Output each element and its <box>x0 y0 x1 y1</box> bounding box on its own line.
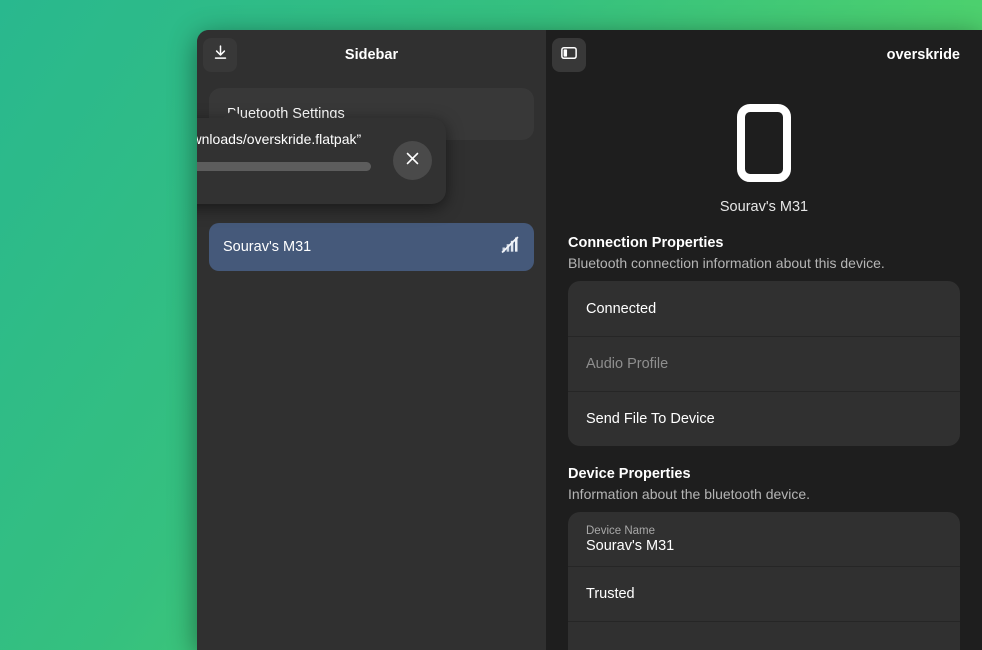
popup-pointer <box>222 109 244 119</box>
transfer-message: Receiving: “/home/sourav/Downloads/overs… <box>197 131 361 147</box>
sidebar-headerbar: Sidebar <box>197 30 546 80</box>
row-audio-profile-label: Audio Profile <box>586 356 668 372</box>
application-window: Sidebar Bluetooth Settings Devices All t… <box>197 30 982 650</box>
sidebar-title: Sidebar <box>197 47 546 63</box>
close-button[interactable] <box>393 141 432 180</box>
device-properties-subtitle: Information about the bluetooth device. <box>568 486 960 502</box>
device-hero-name: Sourav's M31 <box>720 199 808 215</box>
connection-properties-list: Connected Audio Profile Send File To Dev… <box>568 281 960 446</box>
main-pane: overskride Sourav's M31 Connection Prope… <box>546 30 982 650</box>
main-body: Sourav's M31 Connection Properties Bluet… <box>546 80 982 650</box>
row-send-file-to-device-label: Send File To Device <box>586 411 715 427</box>
app-title: overskride <box>887 47 960 63</box>
device-properties-list: Device Name Sourav's M31 Trusted <box>568 512 960 650</box>
row-send-file-to-device[interactable]: Send File To Device <box>568 391 960 446</box>
list-item[interactable]: Sourav's M31 <box>209 223 534 271</box>
transfer-progress-bar <box>197 162 371 171</box>
device-hero: Sourav's M31 <box>546 80 982 215</box>
row-audio-profile[interactable]: Audio Profile <box>568 336 960 391</box>
row-connected-label: Connected <box>586 301 656 317</box>
signal-off-icon <box>500 235 520 259</box>
row-device-name-label: Device Name <box>586 525 655 537</box>
sidebar-toggle-icon <box>560 44 578 67</box>
download-button[interactable] <box>203 38 237 72</box>
close-icon <box>404 150 421 172</box>
connection-properties-title: Connection Properties <box>568 235 960 251</box>
row-trusted-label: Trusted <box>586 586 635 602</box>
sidebar-toggle-button[interactable] <box>552 38 586 72</box>
device-properties-group: Device Properties Information about the … <box>546 466 982 650</box>
row-trusted[interactable]: Trusted <box>568 566 960 621</box>
device-properties-title: Device Properties <box>568 466 960 482</box>
device-name-field[interactable]: Sourav's M31 <box>586 538 674 554</box>
file-transfer-popup: Receiving: “/home/sourav/Downloads/overs… <box>197 118 446 204</box>
row-device-name[interactable]: Device Name Sourav's M31 <box>568 512 960 566</box>
main-headerbar: overskride <box>546 30 982 80</box>
connection-properties-subtitle: Bluetooth connection information about t… <box>568 255 960 271</box>
connection-properties-group: Connection Properties Bluetooth connecti… <box>546 235 982 446</box>
row-connected[interactable]: Connected <box>568 281 960 336</box>
row-partial-bottom[interactable] <box>568 621 960 650</box>
device-list-item-label: Sourav's M31 <box>223 239 311 255</box>
phone-icon <box>737 104 791 187</box>
download-icon <box>212 44 229 66</box>
